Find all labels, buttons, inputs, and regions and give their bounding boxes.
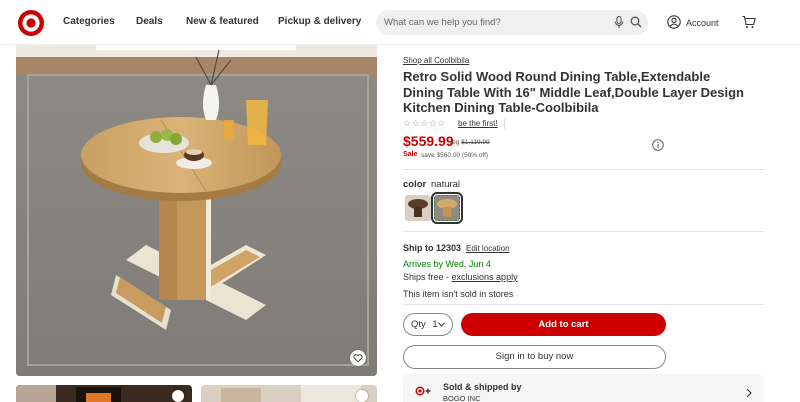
divider: [504, 119, 505, 129]
account-link[interactable]: Account: [686, 18, 719, 28]
regular-price: reg $1,119.99: [450, 139, 490, 146]
dining-table-photo: [16, 45, 377, 376]
swatch-dark-walnut-image: [405, 195, 431, 221]
sign-in-to-buy-button[interactable]: Sign in to buy now: [403, 345, 666, 369]
thumbnail-1[interactable]: [16, 385, 192, 402]
color-value: natural: [431, 179, 461, 190]
quantity-value: 1: [432, 319, 438, 330]
edit-location-link[interactable]: Edit location: [466, 244, 510, 253]
seller-name: BOGO INC: [443, 394, 481, 402]
savings-text: save $560.00 (50% off): [421, 152, 489, 159]
quantity-label: Qty: [411, 319, 426, 330]
quantity-select[interactable]: Qty 1: [403, 313, 453, 336]
sale-label: Sale: [403, 151, 418, 158]
swatch-dark-walnut[interactable]: [405, 195, 431, 221]
delivery-date: Arrives by Wed, Jun 4: [403, 259, 491, 269]
swatch-natural[interactable]: [431, 192, 463, 224]
microphone-icon[interactable]: [614, 16, 624, 29]
search-bar: [376, 10, 648, 35]
search-input[interactable]: [384, 14, 604, 31]
thumbnail-2-zoom-button[interactable]: [356, 390, 368, 402]
nav-deals[interactable]: Deals: [136, 16, 163, 27]
rating-stars: ☆☆☆☆☆: [403, 118, 446, 128]
chevron-right-icon: [746, 388, 752, 398]
exclusions-link[interactable]: exclusions apply: [452, 272, 518, 282]
nav-pickup-delivery[interactable]: Pickup & delivery: [278, 16, 361, 27]
chevron-down-icon: [438, 322, 445, 327]
divider: [403, 169, 764, 170]
current-price: $559.99: [403, 133, 454, 149]
thumbnail-1-zoom-button[interactable]: [172, 390, 184, 402]
search-icon[interactable]: [630, 16, 642, 28]
swatch-natural-image: [434, 195, 460, 221]
nav-new-featured[interactable]: New & featured: [186, 16, 259, 27]
account-icon[interactable]: [667, 15, 681, 29]
favorite-button[interactable]: [350, 350, 366, 366]
divider: [403, 231, 764, 232]
seller-info-card[interactable]: Sold & shipped by BOGO INC: [403, 374, 764, 402]
divider: [403, 304, 764, 305]
product-title: Retro Solid Wood Round Dining Table,Exte…: [403, 69, 744, 115]
target-plus-icon: [415, 386, 431, 396]
thumbnail-2[interactable]: [201, 385, 377, 402]
ship-to-zip: Ship to 12303: [403, 243, 462, 253]
table-room-thumbnail: [201, 385, 377, 402]
write-review-link[interactable]: be the first!: [458, 119, 498, 128]
heart-icon: [353, 354, 363, 363]
color-label: color: [403, 179, 427, 190]
product-main-image[interactable]: [16, 45, 377, 376]
cart-icon[interactable]: [742, 15, 756, 29]
store-availability: This item isn't sold in stores: [403, 289, 514, 299]
seller-heading: Sold & shipped by: [443, 382, 522, 392]
add-to-cart-button[interactable]: Add to cart: [461, 313, 666, 336]
header: Categories Deals New & featured Pickup &…: [0, 0, 800, 45]
target-logo-icon[interactable]: [18, 10, 44, 36]
shop-all-brand-link[interactable]: Shop all Coolbibila: [403, 56, 469, 65]
info-icon[interactable]: [652, 139, 664, 151]
fireplace-room-thumbnail: [16, 385, 192, 402]
nav-categories[interactable]: Categories: [63, 16, 115, 27]
shipping-info: Ships free - exclusions apply: [403, 272, 518, 282]
